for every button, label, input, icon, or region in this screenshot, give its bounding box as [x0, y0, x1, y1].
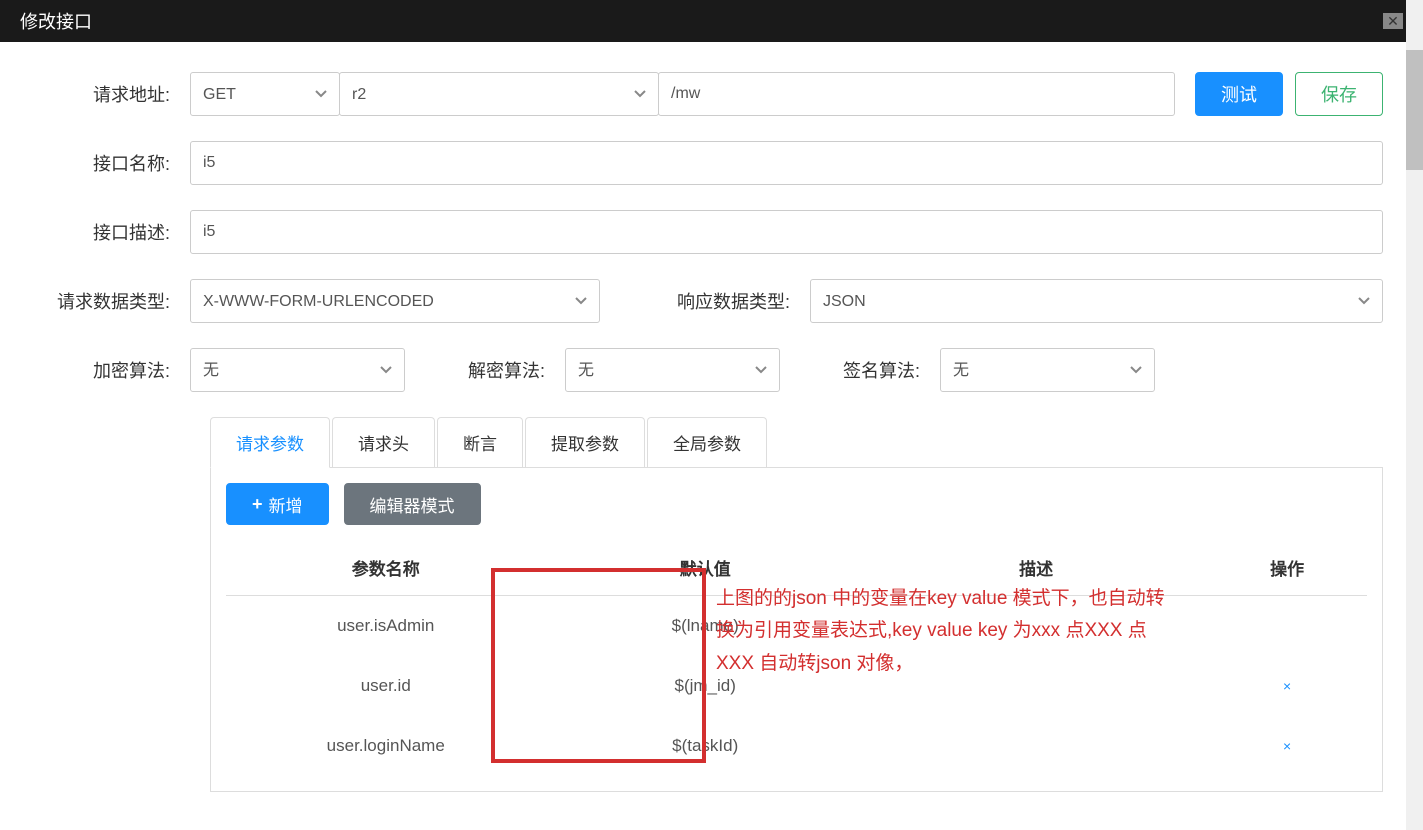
cell-op — [1207, 596, 1367, 657]
tab-global-params[interactable]: 全局参数 — [647, 417, 767, 468]
tab-extract-params[interactable]: 提取参数 — [525, 417, 645, 468]
algo-row: 加密算法: 无 解密算法: 无 签名算法: 无 — [40, 348, 1383, 392]
name-input[interactable] — [190, 141, 1383, 185]
method-select[interactable]: GET — [190, 72, 340, 116]
delete-icon[interactable]: × — [1283, 678, 1291, 694]
save-button[interactable]: 保存 — [1295, 72, 1383, 116]
toolbar: + 新增 编辑器模式 — [226, 483, 1367, 525]
test-button[interactable]: 测试 — [1195, 72, 1283, 116]
tab-request-headers[interactable]: 请求头 — [332, 417, 435, 468]
th-op: 操作 — [1207, 540, 1367, 596]
tab-request-params[interactable]: 请求参数 — [210, 417, 330, 468]
add-button[interactable]: + 新增 — [226, 483, 329, 525]
cell-op: × — [1207, 716, 1367, 776]
th-name: 参数名称 — [226, 540, 545, 596]
name-row: 接口名称: — [40, 141, 1383, 185]
type-row: 请求数据类型: X-WWW-FORM-URLENCODED 响应数据类型: JS… — [40, 279, 1383, 323]
delete-icon[interactable]: × — [1283, 738, 1291, 754]
scrollbar-thumb[interactable] — [1406, 50, 1423, 170]
sign-select[interactable]: 无 — [940, 348, 1155, 392]
req-type-select[interactable]: X-WWW-FORM-URLENCODED — [190, 279, 600, 323]
name-label: 接口名称: — [40, 150, 190, 176]
cell-name[interactable]: user.loginName — [226, 716, 545, 776]
url-label: 请求地址: — [40, 81, 190, 107]
cell-desc[interactable] — [865, 716, 1207, 776]
cell-op: × — [1207, 656, 1367, 716]
table-row: user.loginName $(taskId) × — [226, 716, 1367, 776]
tab-content: + 新增 编辑器模式 参数名称 默认值 描述 操作 user.isAdmin $… — [210, 467, 1383, 792]
encrypt-select[interactable]: 无 — [190, 348, 405, 392]
decrypt-label: 解密算法: — [405, 357, 565, 383]
resp-type-label: 响应数据类型: — [600, 288, 810, 314]
close-icon[interactable]: ✕ — [1383, 13, 1403, 29]
desc-row: 接口描述: — [40, 210, 1383, 254]
plus-icon: + — [252, 494, 263, 515]
desc-input[interactable] — [190, 210, 1383, 254]
modal-header: 修改接口 ✕ — [0, 0, 1423, 42]
desc-label: 接口描述: — [40, 219, 190, 245]
resp-type-select[interactable]: JSON — [810, 279, 1383, 323]
cell-default[interactable]: $(taskId) — [545, 716, 864, 776]
host-select[interactable]: r2 — [339, 72, 659, 116]
cell-name[interactable]: user.id — [226, 656, 545, 716]
decrypt-select[interactable]: 无 — [565, 348, 780, 392]
tab-assertions[interactable]: 断言 — [437, 417, 523, 468]
modal-title: 修改接口 — [20, 8, 92, 34]
encrypt-label: 加密算法: — [40, 357, 190, 383]
tabs: 请求参数 请求头 断言 提取参数 全局参数 — [210, 417, 1383, 468]
cell-name[interactable]: user.isAdmin — [226, 596, 545, 657]
form-container: 请求地址: GET r2 测试 保存 接口名称: 接口描述: 请求数据类型: X… — [0, 42, 1423, 822]
req-type-label: 请求数据类型: — [40, 288, 190, 314]
scrollbar[interactable] — [1406, 0, 1423, 830]
url-row: 请求地址: GET r2 测试 保存 — [40, 72, 1383, 116]
editor-mode-button[interactable]: 编辑器模式 — [344, 483, 481, 525]
sign-label: 签名算法: — [780, 357, 940, 383]
annotation-text: 上图的的json 中的变量在key value 模式下，也自动转换为引用变量表达… — [716, 583, 1176, 680]
path-input[interactable] — [658, 72, 1175, 116]
